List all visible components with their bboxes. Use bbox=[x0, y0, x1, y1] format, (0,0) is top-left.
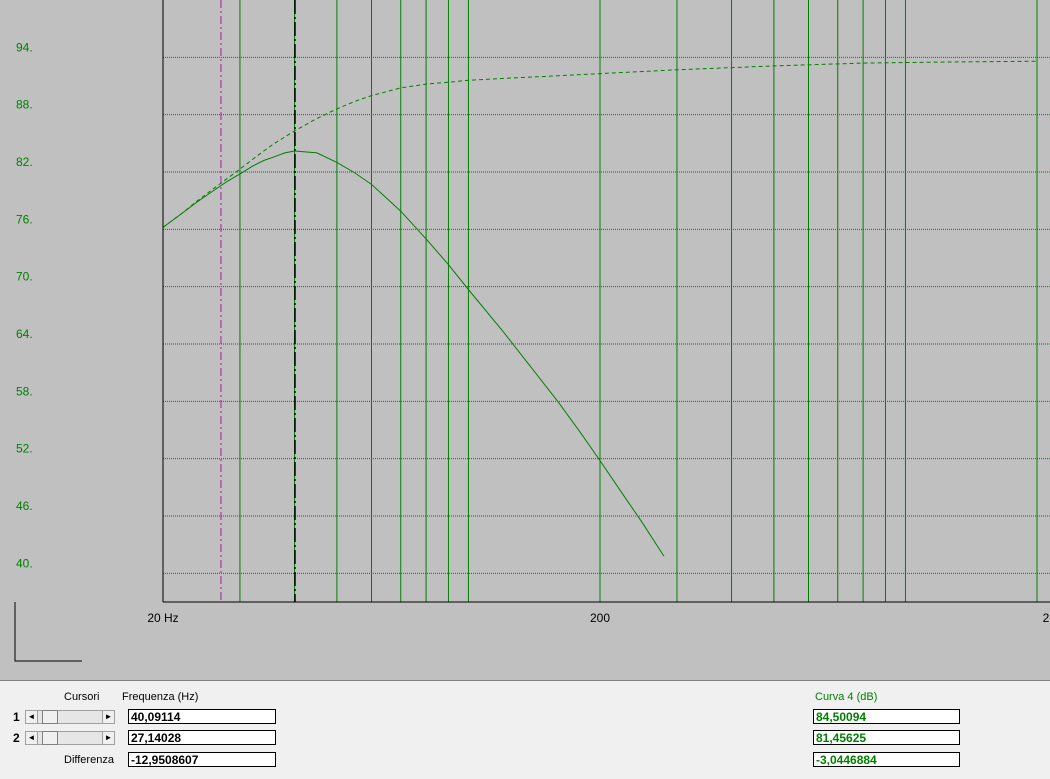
cursor-1-label: 1 bbox=[13, 710, 20, 724]
cursor-2-label: 2 bbox=[13, 731, 20, 745]
x-tick-label: 20 Hz bbox=[147, 611, 178, 625]
cursor-1-thumb[interactable] bbox=[42, 710, 58, 724]
chart-grid bbox=[163, 0, 1050, 602]
cursor-2-left-arrow-icon[interactable]: ◄ bbox=[25, 731, 38, 745]
frequency-response-chart: 94. 88. 82. 76. 70. 64. 58. 52. 46. 40. 20 Hz 200 2 bbox=[14, 0, 1050, 662]
y-tick-label: 52. bbox=[16, 442, 33, 456]
y-tick-label: 94. bbox=[16, 40, 33, 54]
y-tick-label: 40. bbox=[16, 556, 33, 570]
cursori-label: Cursori bbox=[64, 691, 100, 703]
curve-header: Curva 4 (dB) bbox=[815, 691, 878, 703]
frequency-header: Frequenza (Hz) bbox=[122, 691, 199, 703]
y-tick-label: 82. bbox=[16, 155, 33, 169]
y-tick-label: 64. bbox=[16, 327, 33, 341]
y-axis: 94. 88. 82. 76. 70. 64. 58. 52. 46. 40. bbox=[16, 40, 33, 570]
difference-label: Differenza bbox=[64, 754, 114, 766]
x-axis: 20 Hz 200 2 bbox=[147, 611, 1049, 625]
series-line-solid bbox=[162, 150, 665, 557]
cursor-panel: Cursori Frequenza (Hz) Curva 4 (dB) 1 ◄ … bbox=[0, 680, 1050, 779]
legend-frame bbox=[14, 602, 82, 662]
frequency-difference-field[interactable]: -12,9508607 bbox=[128, 752, 276, 767]
y-tick-label: 58. bbox=[16, 384, 33, 398]
frequency-1-field[interactable]: 40,09114 bbox=[128, 709, 276, 724]
y-tick-label: 88. bbox=[16, 98, 33, 112]
cursor-2-thumb[interactable] bbox=[42, 731, 58, 745]
frequency-2-field[interactable]: 27,14028 bbox=[128, 730, 276, 745]
cursor-lines bbox=[220, 0, 296, 602]
y-tick-label: 70. bbox=[16, 270, 33, 284]
cursor-1-right-arrow-icon[interactable]: ► bbox=[102, 710, 115, 724]
y-tick-label: 76. bbox=[16, 212, 33, 226]
cursor-1-left-arrow-icon[interactable]: ◄ bbox=[25, 710, 38, 724]
y-tick-label: 46. bbox=[16, 499, 33, 513]
x-tick-label: 200 bbox=[590, 611, 610, 625]
cursor-2-right-arrow-icon[interactable]: ► bbox=[102, 731, 115, 745]
curve-2-field[interactable]: 81,45625 bbox=[813, 730, 960, 745]
curve-difference-field[interactable]: -3,0446884 bbox=[813, 752, 960, 767]
x-tick-label: 2 bbox=[1043, 611, 1050, 625]
curve-1-field[interactable]: 84,50094 bbox=[813, 709, 960, 724]
